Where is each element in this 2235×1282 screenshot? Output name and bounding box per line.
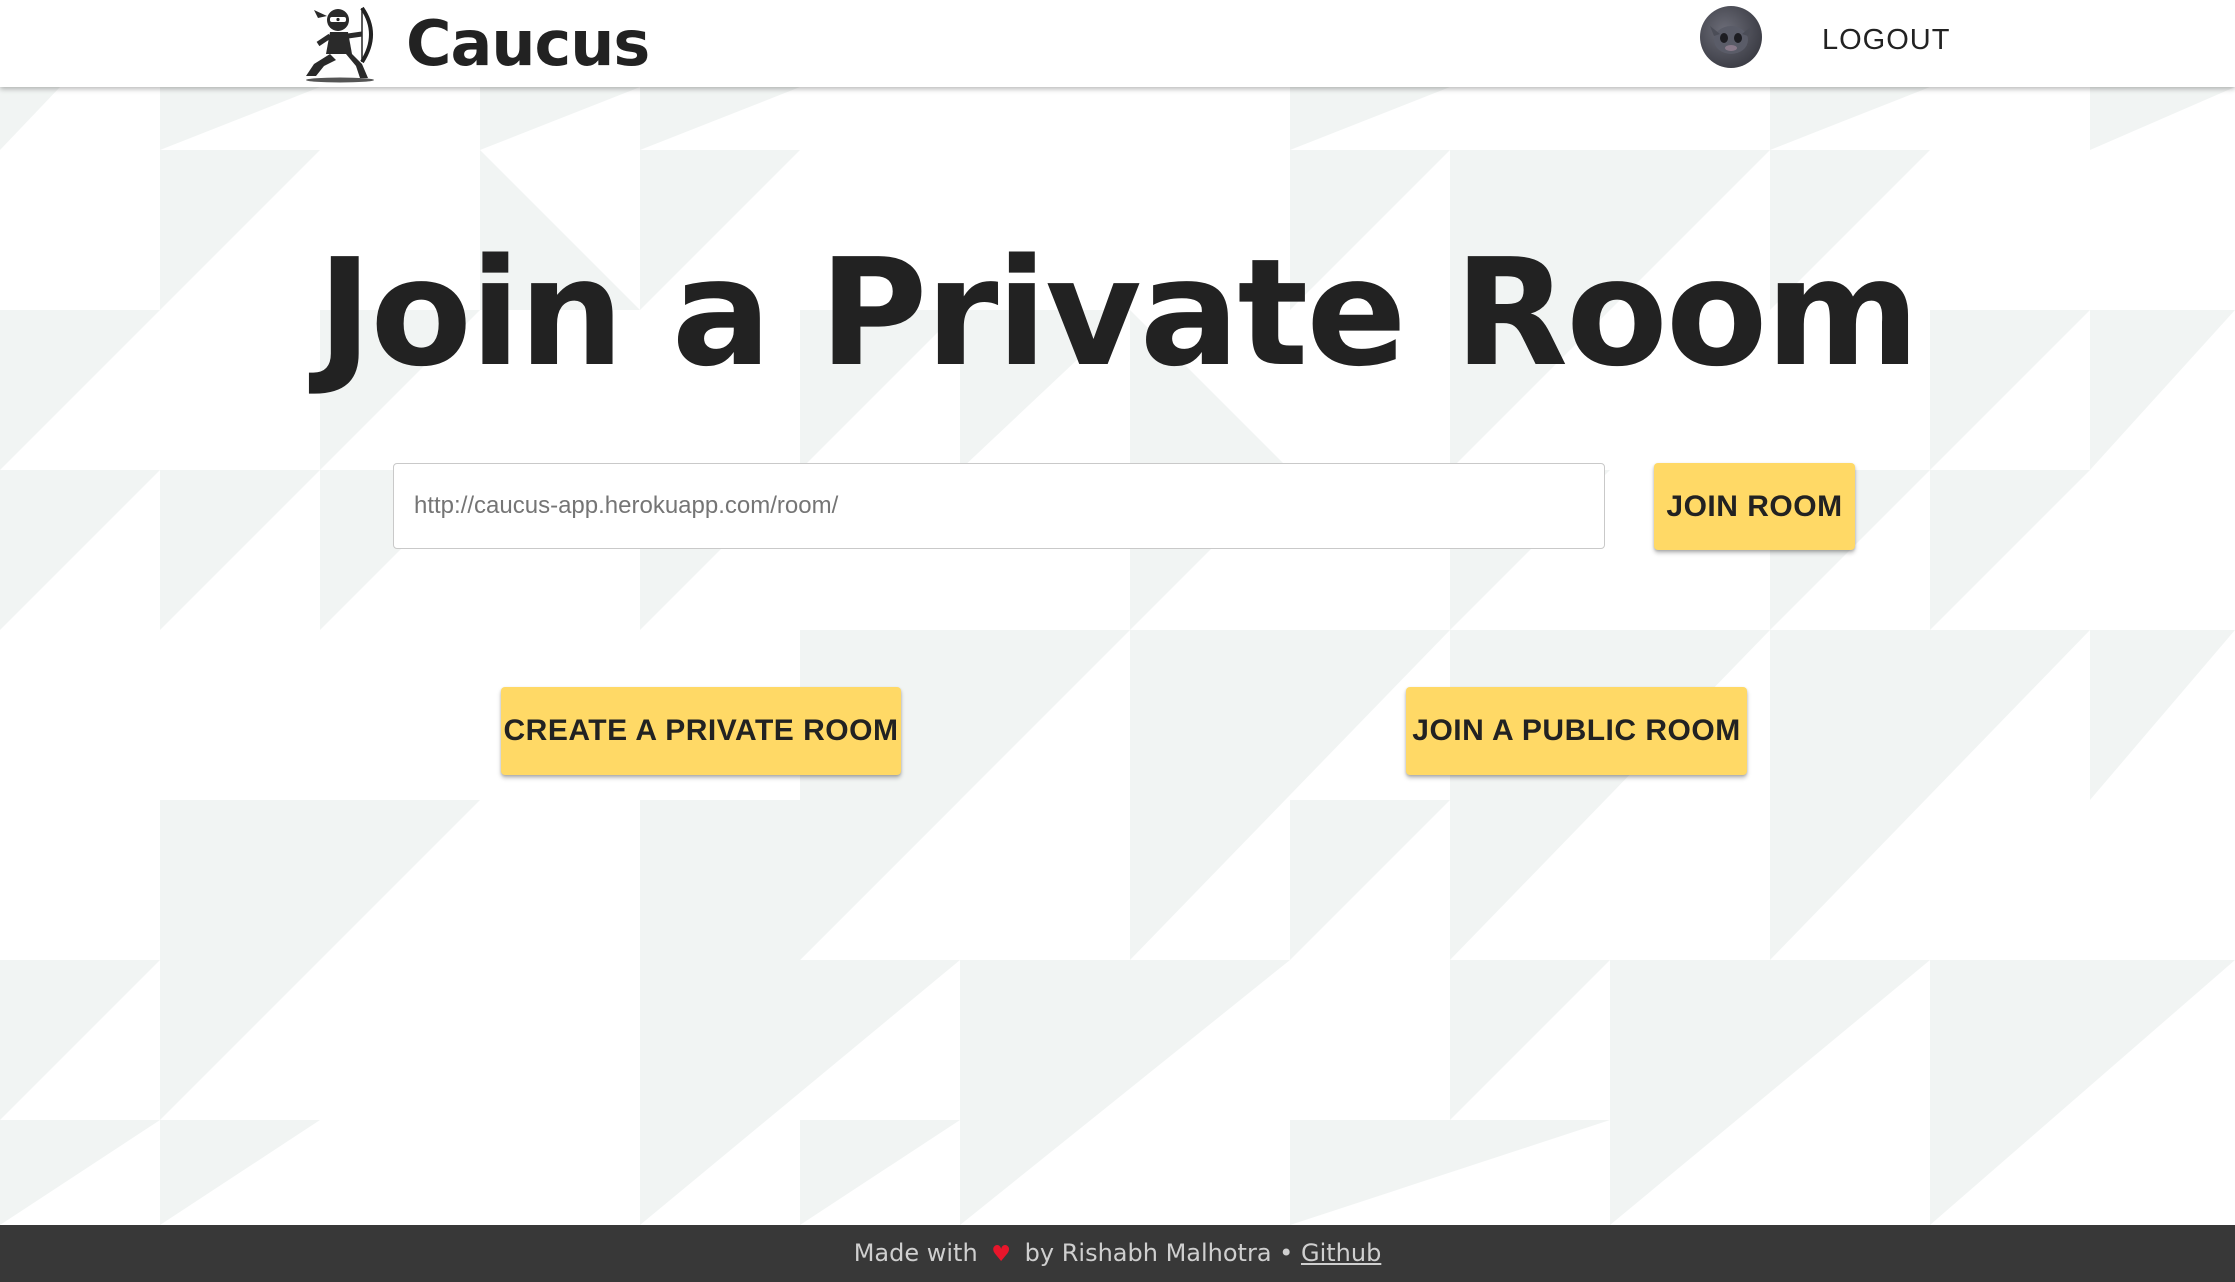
page-footer: Made with ♥ by Rishabh Malhotra • Github xyxy=(0,1225,2235,1282)
heart-icon: ♥ xyxy=(991,1242,1012,1267)
logout-link[interactable]: LOGOUT xyxy=(1822,18,1950,62)
avatar-image-icon xyxy=(1710,26,1752,54)
page: Caucus LOGOUT Join a Private Room JOIN R… xyxy=(0,0,2235,1282)
main-content: Join a Private Room JOIN ROOM CREATE A P… xyxy=(0,0,2235,1282)
user-avatar[interactable] xyxy=(1700,6,1762,68)
join-room-button[interactable]: JOIN ROOM xyxy=(1654,463,1855,550)
brand-name: Caucus xyxy=(406,7,650,80)
page-title: Join a Private Room xyxy=(317,227,1919,399)
footer-made-with: Made with xyxy=(853,1239,978,1267)
create-private-room-button[interactable]: CREATE A PRIVATE ROOM xyxy=(501,687,901,775)
github-link[interactable]: Github xyxy=(1301,1239,1381,1267)
join-public-room-button[interactable]: JOIN A PUBLIC ROOM xyxy=(1406,687,1747,775)
top-navbar: Caucus LOGOUT xyxy=(0,0,2235,87)
room-url-input[interactable] xyxy=(393,463,1605,549)
brand-home-link[interactable]: Caucus xyxy=(300,0,650,87)
footer-author: by Rishabh Malhotra • xyxy=(1024,1239,1294,1267)
ninja-archer-logo-icon xyxy=(306,6,374,82)
